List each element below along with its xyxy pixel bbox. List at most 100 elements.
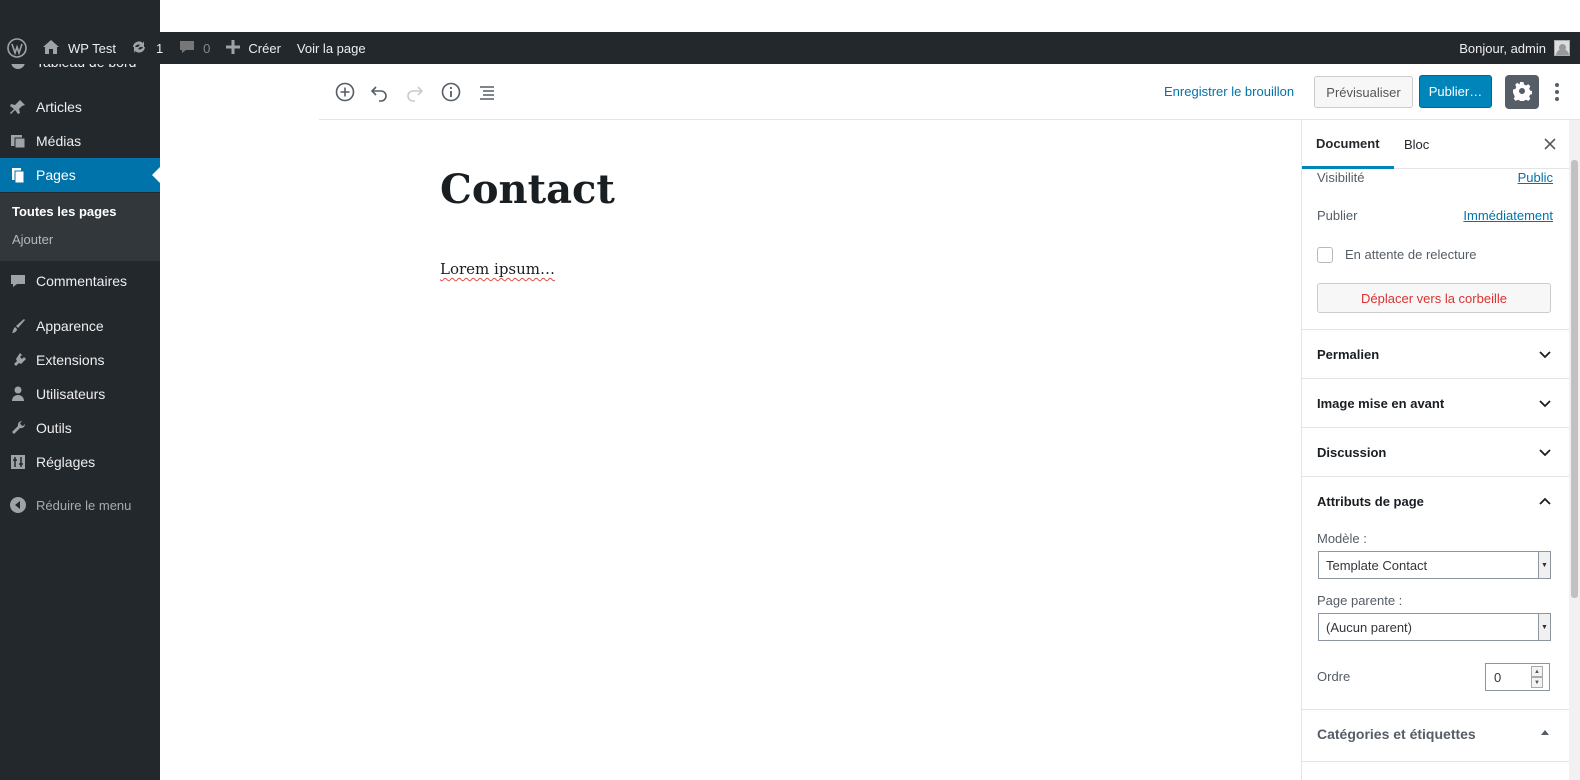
menu-item-tools[interactable]: Outils [0,411,160,445]
redo-icon[interactable] [403,80,427,104]
parent-page-select[interactable]: (Aucun parent) ▼ [1318,613,1551,641]
pages-icon [0,166,36,184]
menu-item-label: Articles [36,99,82,115]
divider [1302,761,1569,762]
divider [1302,427,1569,428]
panel-permalink[interactable]: Permalien [1317,347,1379,362]
menu-item-settings[interactable]: Réglages [0,445,160,479]
admin-bar: WP Test 1 0 Créer Voir la page Bonjour, … [0,32,1580,64]
comment-bubble-icon [179,39,195,58]
menu-item-users[interactable]: Utilisateurs [0,377,160,411]
pending-review-checkbox[interactable] [1317,247,1333,263]
chevron-down-icon[interactable] [1537,346,1553,362]
publish-date-link[interactable]: Immédiatement [1463,208,1553,223]
plus-icon [226,39,241,57]
user-icon [0,385,36,403]
panel-categories-tags[interactable]: Catégories et étiquettes [1317,726,1476,742]
view-page-link[interactable]: Voir la page [289,32,374,64]
panel-featured-image[interactable]: Image mise en avant [1317,396,1444,411]
outline-icon[interactable] [475,80,499,104]
editor-toolbar: Enregistrer le brouillon Prévisualiser P… [319,64,1580,120]
settings-sidebar: Document Bloc Visibilité Public Publier … [1301,120,1569,780]
menu-item-label: Commentaires [36,273,128,289]
template-select[interactable]: Template Contact ▼ [1318,551,1551,579]
publish-button[interactable]: Publier… [1419,75,1492,108]
collapse-arrow-icon [0,496,36,514]
account-menu[interactable]: Bonjour, admin [1459,32,1570,64]
avatar [1554,40,1570,56]
paintbrush-icon [0,317,36,335]
menu-item-plugins[interactable]: Extensions [0,343,160,377]
panel-page-attributes[interactable]: Attributs de page [1317,494,1424,509]
menu-item-label: Apparence [36,318,104,334]
close-icon[interactable] [1540,134,1560,154]
settings-sliders-icon [0,453,36,471]
visibility-label: Visibilité [1317,170,1365,185]
comment-icon [0,272,36,290]
tab-block[interactable]: Bloc [1390,120,1443,169]
spin-up-icon[interactable]: ▲ [1531,666,1543,677]
plugin-icon [0,351,36,369]
admin-menu: Tableau de bord Articles Médias Pages To… [0,0,160,780]
pin-icon [0,98,36,116]
pending-review-label: En attente de relecture [1345,247,1477,262]
order-value: 0 [1494,669,1502,685]
menu-item-pages[interactable]: Pages [0,158,160,192]
paragraph-block[interactable]: Lorem ipsum… [440,260,555,278]
new-content-label: Créer [248,40,281,56]
media-icon [0,132,36,150]
updates-link[interactable]: 1 [122,32,171,64]
chevron-up-icon[interactable] [1537,493,1553,509]
caret-up-icon[interactable] [1537,724,1553,740]
submenu-add-page[interactable]: Ajouter [12,232,53,247]
visibility-link[interactable]: Public [1518,170,1553,185]
menu-item-label: Extensions [36,352,105,368]
template-select-value: Template Contact [1326,557,1428,573]
order-spinner[interactable]: ▲ ▼ [1531,666,1543,688]
scrollbar-thumb[interactable] [1571,160,1578,598]
updates-count: 1 [155,40,164,56]
spin-down-icon[interactable]: ▼ [1531,677,1543,688]
settings-toggle-button[interactable] [1505,75,1539,109]
divider [1302,709,1569,710]
divider [1302,378,1569,379]
menu-item-medias[interactable]: Médias [0,124,160,158]
undo-icon[interactable] [367,80,391,104]
menu-item-appearance[interactable]: Apparence [0,309,160,343]
submenu-all-pages[interactable]: Toutes les pages [12,204,117,219]
divider [1302,329,1569,330]
save-draft-link[interactable]: Enregistrer le brouillon [1164,84,1294,99]
menu-item-label: Réglages [36,454,96,470]
wrench-icon [0,419,36,437]
menu-item-articles[interactable]: Articles [0,90,160,124]
select-arrow-icon: ▼ [1538,552,1550,578]
menu-item-comments[interactable]: Commentaires [0,264,160,298]
chevron-down-icon[interactable] [1537,395,1553,411]
greeting: Bonjour, admin [1459,40,1546,56]
sidebar-tabs: Document Bloc [1302,120,1569,169]
publish-date-label: Publier [1317,208,1358,223]
template-label: Modèle : [1317,531,1367,546]
site-name-link[interactable]: WP Test [34,32,122,64]
gear-icon [1512,81,1533,104]
comments-link[interactable]: 0 [171,32,218,64]
wordpress-logo-icon[interactable] [0,32,34,64]
add-block-icon[interactable] [333,80,357,104]
preview-button[interactable]: Prévisualiser [1314,76,1413,108]
order-input[interactable]: 0 ▲ ▼ [1485,663,1550,691]
menu-item-label: Outils [36,420,72,436]
chevron-down-icon[interactable] [1537,444,1553,460]
submenu-pages: Toutes les pages Ajouter [0,193,160,261]
panel-discussion[interactable]: Discussion [1317,445,1386,460]
updates-icon [130,38,148,59]
move-to-trash-button[interactable]: Déplacer vers la corbeille [1317,283,1551,313]
site-name: WP Test [68,40,116,56]
new-content-link[interactable]: Créer [218,32,289,64]
page-title[interactable]: Contact [440,166,615,213]
parent-page-select-value: (Aucun parent) [1326,619,1412,635]
tab-document[interactable]: Document [1302,120,1394,169]
collapse-menu[interactable]: Réduire le menu [0,490,160,520]
menu-item-label: Médias [36,133,82,149]
more-options-icon[interactable] [1547,80,1567,104]
info-icon[interactable] [439,80,463,104]
